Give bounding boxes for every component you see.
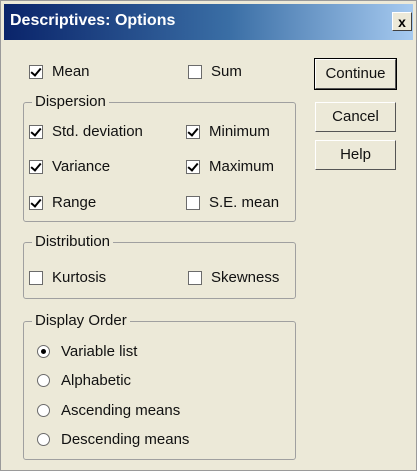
check-icon [29, 160, 43, 174]
title-bar[interactable]: Descriptives: Options x [4, 4, 413, 40]
skewness-label: Skewness [211, 269, 280, 286]
dispersion-title: Dispersion [32, 93, 109, 110]
continue-button[interactable]: Continue [314, 58, 397, 90]
close-button[interactable]: x [392, 12, 412, 31]
descriptives-options-dialog: Descriptives: Options x Mean Sum Dispers… [0, 0, 417, 471]
descending-means-label: Descending means [61, 431, 190, 448]
mean-label: Mean [52, 63, 90, 80]
check-icon [188, 271, 202, 285]
radio-icon [37, 433, 50, 446]
dialog-title: Descriptives: Options [10, 12, 176, 29]
maximum-label: Maximum [209, 158, 275, 175]
se-mean-label: S.E. mean [209, 194, 280, 211]
radio-icon [37, 404, 50, 417]
check-icon [188, 65, 202, 79]
kurtosis-label: Kurtosis [52, 269, 107, 286]
help-button[interactable]: Help [315, 140, 396, 170]
range-label: Range [52, 194, 97, 211]
check-icon [186, 125, 200, 139]
radio-icon [37, 374, 50, 387]
check-icon [29, 65, 43, 79]
check-icon [29, 196, 43, 210]
sum-label: Sum [211, 63, 242, 80]
std-deviation-label: Std. deviation [52, 123, 143, 140]
ascending-means-label: Ascending means [61, 402, 181, 419]
check-icon [186, 196, 200, 210]
check-icon [186, 160, 200, 174]
alphabetic-label: Alphabetic [61, 372, 132, 389]
radio-icon [37, 345, 50, 358]
cancel-button[interactable]: Cancel [315, 102, 396, 132]
close-icon: x [398, 14, 406, 30]
variance-label: Variance [52, 158, 111, 175]
check-icon [29, 271, 43, 285]
minimum-label: Minimum [209, 123, 270, 140]
check-icon [29, 125, 43, 139]
display-order-title: Display Order [32, 312, 130, 329]
variable-list-label: Variable list [61, 343, 138, 360]
distribution-title: Distribution [32, 233, 114, 250]
